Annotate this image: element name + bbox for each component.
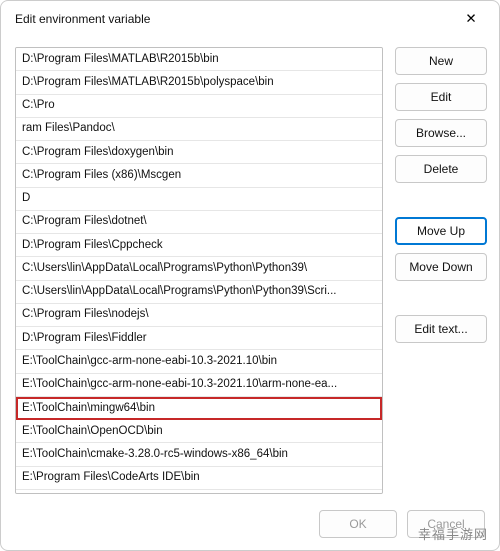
- new-button[interactable]: New: [395, 47, 487, 75]
- path-list-item[interactable]: E:\ToolChain\cmake-3.28.0-rc5-windows-x8…: [16, 443, 382, 466]
- titlebar: Edit environment variable ✕: [1, 1, 499, 35]
- path-list-item[interactable]: C:\Program Files\Nordic Semiconductor\nr…: [16, 490, 382, 494]
- delete-button[interactable]: Delete: [395, 155, 487, 183]
- path-list-item[interactable]: D:\Program Files\Cppcheck: [16, 234, 382, 257]
- dialog-footer: OK Cancel: [1, 502, 499, 550]
- path-list-item[interactable]: E:\ToolChain\gcc-arm-none-eabi-10.3-2021…: [16, 350, 382, 373]
- move-down-button[interactable]: Move Down: [395, 253, 487, 281]
- path-list-item[interactable]: E:\ToolChain\mingw64\bin: [16, 397, 382, 420]
- path-list-item[interactable]: C:\Pro: [16, 95, 382, 118]
- edit-button[interactable]: Edit: [395, 83, 487, 111]
- button-gap: [395, 289, 487, 307]
- browse-button[interactable]: Browse...: [395, 119, 487, 147]
- path-list-item[interactable]: ram Files\Pandoc\: [16, 118, 382, 141]
- ok-button[interactable]: OK: [319, 510, 397, 538]
- path-list-item[interactable]: C:\Program Files\nodejs\: [16, 304, 382, 327]
- path-list-item[interactable]: C:\Users\lin\AppData\Local\Programs\Pyth…: [16, 281, 382, 304]
- button-gap: [395, 191, 487, 209]
- path-list-item[interactable]: C:\Program Files (x86)\Mscgen: [16, 164, 382, 187]
- dialog-body: D:\Program Files\MATLAB\R2015b\binD:\Pro…: [1, 35, 499, 502]
- side-button-column: New Edit Browse... Delete Move Up Move D…: [395, 47, 487, 494]
- edit-env-var-dialog: Edit environment variable ✕ D:\Program F…: [0, 0, 500, 551]
- path-list-item[interactable]: D:\Program Files\MATLAB\R2015b\polyspace…: [16, 71, 382, 94]
- path-list-item[interactable]: C:\Program Files\dotnet\: [16, 211, 382, 234]
- path-list-item[interactable]: E:\Program Files\CodeArts IDE\bin: [16, 467, 382, 490]
- path-list[interactable]: D:\Program Files\MATLAB\R2015b\binD:\Pro…: [15, 47, 383, 494]
- move-up-button[interactable]: Move Up: [395, 217, 487, 245]
- close-button[interactable]: ✕: [457, 7, 485, 31]
- path-list-item[interactable]: C:\Program Files\doxygen\bin: [16, 141, 382, 164]
- path-list-item[interactable]: E:\ToolChain\gcc-arm-none-eabi-10.3-2021…: [16, 374, 382, 397]
- path-list-item[interactable]: D: [16, 188, 382, 211]
- path-list-item[interactable]: C:\Users\lin\AppData\Local\Programs\Pyth…: [16, 257, 382, 280]
- path-list-item[interactable]: D:\Program Files\Fiddler: [16, 327, 382, 350]
- edit-text-button[interactable]: Edit text...: [395, 315, 487, 343]
- path-list-item[interactable]: E:\ToolChain\OpenOCD\bin: [16, 420, 382, 443]
- close-icon: ✕: [465, 11, 476, 27]
- path-list-item[interactable]: D:\Program Files\MATLAB\R2015b\bin: [16, 48, 382, 71]
- cancel-button[interactable]: Cancel: [407, 510, 485, 538]
- window-title: Edit environment variable: [15, 12, 150, 26]
